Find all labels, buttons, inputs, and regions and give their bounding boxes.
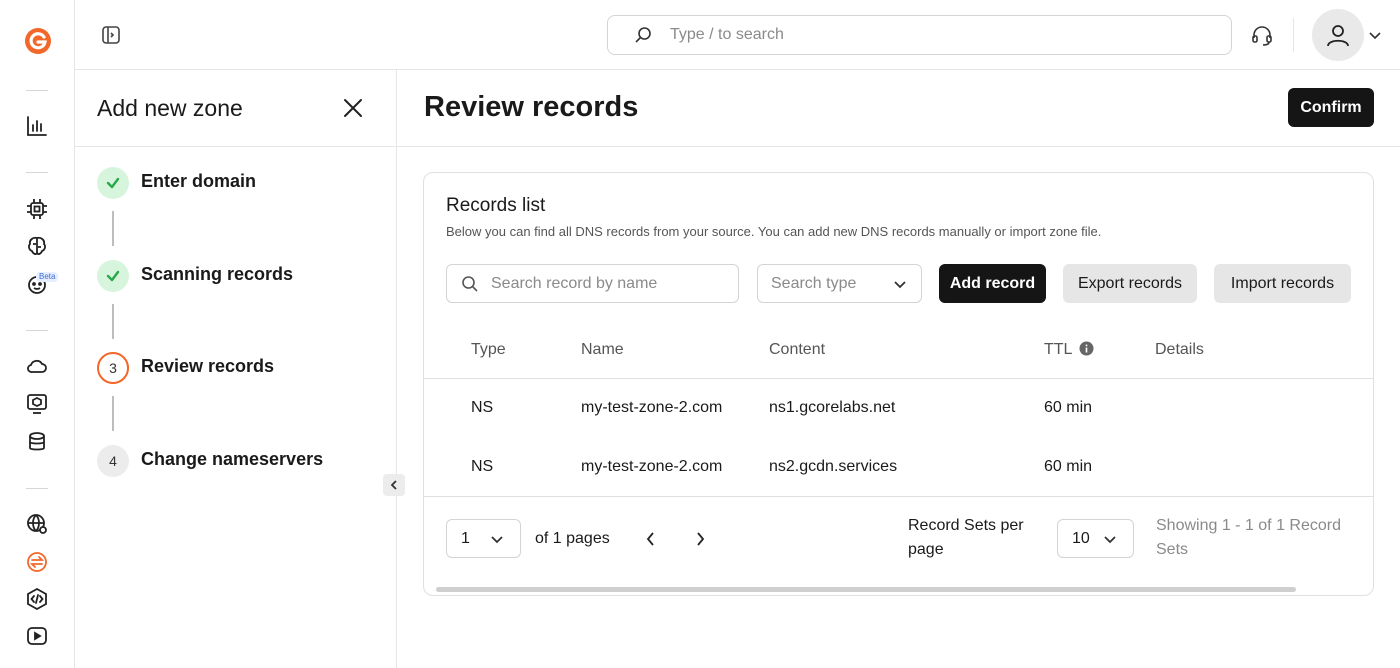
info-icon[interactable]: [1079, 341, 1094, 356]
global-search[interactable]: [607, 15, 1232, 55]
chevron-left-icon[interactable]: [642, 530, 660, 548]
avatar[interactable]: [1312, 9, 1364, 61]
cell-content: ns2.gcdn.services: [769, 458, 898, 475]
step-number: 4: [97, 445, 129, 477]
page-size-select[interactable]: 10: [1057, 519, 1134, 558]
cell-type: NS: [471, 458, 494, 475]
globe-gear-icon[interactable]: [26, 513, 48, 535]
step-connector: [112, 211, 114, 246]
export-records-button[interactable]: Export records: [1063, 264, 1197, 303]
wizard-title: Add new zone: [97, 95, 243, 121]
chip-icon[interactable]: [26, 198, 48, 220]
rail-divider: [26, 90, 48, 91]
column-header-content: Content: [769, 341, 826, 358]
gcore-logo-icon[interactable]: [24, 27, 52, 55]
records-description: Below you can find all DNS records from …: [446, 224, 1102, 239]
search-icon: [462, 275, 478, 292]
step-connector: [112, 396, 114, 431]
headset-icon[interactable]: [1250, 24, 1274, 48]
type-select[interactable]: Search type: [757, 264, 922, 303]
close-icon[interactable]: [341, 96, 365, 120]
step-connector: [112, 304, 114, 339]
cloud-icon[interactable]: [26, 355, 48, 377]
cell-ttl: 60 min: [1044, 399, 1093, 416]
wizard-step-label: Enter domain: [141, 170, 257, 191]
user-icon: [1327, 25, 1349, 47]
search-icon: [635, 27, 651, 43]
page-select[interactable]: 1: [446, 519, 521, 558]
stats-icon[interactable]: [26, 115, 48, 137]
chevron-down-icon[interactable]: [1368, 28, 1382, 42]
sidebar-toggle-icon[interactable]: [101, 25, 121, 45]
record-search-input[interactable]: [491, 274, 731, 293]
records-card: Records list Below you can find all DNS …: [423, 172, 1374, 596]
cell-type: NS: [471, 399, 494, 416]
page-count: of 1 pages: [535, 530, 610, 547]
transfer-icon[interactable]: [26, 551, 48, 573]
code-icon[interactable]: [26, 588, 48, 610]
database-icon[interactable]: [26, 431, 48, 453]
wizard-step-scanning-records[interactable]: Scanning records: [97, 260, 293, 292]
collapse-panel-button[interactable]: [383, 474, 405, 496]
icon-rail: Beta: [0, 0, 75, 668]
horizontal-scrollbar[interactable]: [436, 587, 1296, 592]
cell-name: my-test-zone-2.com: [581, 458, 723, 475]
rail-divider: [26, 488, 48, 489]
per-page-label: Record Sets per page: [908, 517, 1024, 558]
records-title: Records list: [446, 195, 546, 216]
global-search-input[interactable]: [670, 26, 1170, 44]
wizard-step-review-records[interactable]: 3 Review records: [97, 352, 274, 384]
check-icon: [97, 260, 129, 292]
chevron-down-icon: [491, 535, 503, 543]
column-header-ttl-label: TTL: [1044, 341, 1072, 358]
rail-divider: [26, 330, 48, 331]
confirm-button[interactable]: Confirm: [1288, 88, 1374, 127]
chevron-right-icon[interactable]: [691, 530, 709, 548]
cell-content: ns1.gcorelabs.net: [769, 399, 896, 416]
page-size-value: 10: [1072, 529, 1090, 547]
column-header-ttl: TTL: [1044, 341, 1094, 359]
top-bar: [75, 0, 1400, 70]
page-select-value: 1: [461, 529, 470, 547]
wizard-step-label: Review records: [141, 355, 275, 376]
wizard-header: Add new zone: [75, 70, 396, 147]
cell-ttl: 60 min: [1044, 458, 1093, 475]
wizard-step-change-nameservers[interactable]: 4 Change nameservers: [97, 445, 323, 477]
showing-summary: Showing 1 - 1 of 1 Record Sets: [1156, 517, 1341, 558]
main-header: Review records Confirm: [397, 70, 1400, 147]
chevron-down-icon: [894, 280, 906, 288]
wizard-step-label: Change nameservers: [141, 448, 324, 469]
cell-name: my-test-zone-2.com: [581, 399, 723, 416]
topbar-divider: [1293, 18, 1294, 52]
beta-badge: Beta: [36, 272, 59, 282]
video-play-icon[interactable]: [26, 625, 48, 647]
column-header-type: Type: [471, 341, 506, 358]
wizard-panel: Add new zone Enter domain Scanning recor…: [75, 70, 405, 668]
wizard-step-enter-domain[interactable]: Enter domain: [97, 167, 256, 199]
record-search[interactable]: [446, 264, 739, 303]
rail-divider: [26, 172, 48, 173]
add-record-button[interactable]: Add record: [939, 264, 1046, 303]
column-header-details: Details: [1155, 341, 1204, 358]
step-number: 3: [97, 352, 129, 384]
table-row[interactable]: NS my-test-zone-2.com ns1.gcorelabs.net …: [424, 379, 1373, 438]
cube-monitor-icon[interactable]: [26, 393, 48, 415]
import-records-button[interactable]: Import records: [1214, 264, 1351, 303]
table-row[interactable]: NS my-test-zone-2.com ns2.gcdn.services …: [424, 438, 1373, 497]
check-icon: [97, 167, 129, 199]
chevron-left-icon: [390, 480, 397, 490]
chevron-down-icon: [1104, 535, 1116, 543]
brain-icon[interactable]: [26, 235, 48, 257]
wizard-step-label: Scanning records: [141, 263, 294, 284]
type-select-placeholder: Search type: [771, 274, 857, 292]
page-title: Review records: [424, 91, 639, 123]
table-footer-divider: [424, 496, 1373, 497]
column-header-name: Name: [581, 341, 624, 358]
